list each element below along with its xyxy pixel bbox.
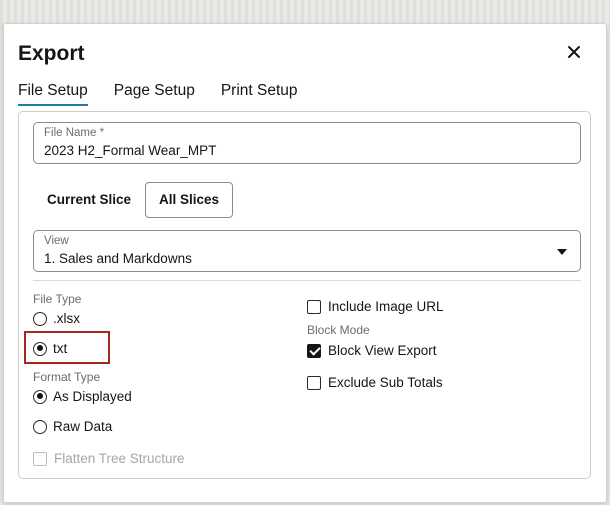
current-slice-button[interactable]: Current Slice [33,182,146,218]
radio-circle [33,341,47,356]
include-image-url-label: Include Image URL [328,299,444,314]
view-select[interactable]: View 1. Sales and Markdowns [33,230,581,272]
radio-as-displayed-label: As Displayed [53,389,132,404]
tab-page-setup[interactable]: Page Setup [114,82,195,106]
radio-as-displayed[interactable]: As Displayed [33,389,132,404]
checkbox-flatten-tree: Flatten Tree Structure [33,451,185,466]
radio-raw-data-label: Raw Data [53,419,113,434]
divider [33,280,581,281]
close-button[interactable] [564,42,584,62]
tab-file-setup[interactable]: File Setup [18,82,88,106]
radio-txt[interactable]: txt [33,341,67,356]
tab-print-setup[interactable]: Print Setup [221,82,298,106]
slice-toggle-group: Current Slice All Slices [33,182,234,218]
block-view-export-label: Block View Export [328,343,437,358]
checkbox-include-image-url[interactable]: Include Image URL [307,299,444,314]
radio-txt-label: txt [53,341,68,356]
exclude-sub-totals-label: Exclude Sub Totals [328,375,443,390]
view-value: 1. Sales and Markdowns [44,251,192,266]
radio-circle [33,311,47,326]
format-type-label: Format Type [33,370,101,384]
checkbox-exclude-sub-totals[interactable]: Exclude Sub Totals [307,375,443,390]
checkbox-box [307,299,321,314]
caret-down-icon [557,249,567,255]
checkbox-box [307,343,321,358]
all-slices-button[interactable]: All Slices [145,182,234,218]
checkbox-box [307,375,321,390]
close-icon [568,46,580,58]
export-dialog: Export File Setup Page Setup Print Setup… [3,23,607,503]
dialog-title: Export [18,42,85,65]
checkbox-block-view-export[interactable]: Block View Export [307,343,437,358]
block-mode-label: Block Mode [307,323,370,337]
file-name-value: 2023 H2_Formal Wear_MPT [44,143,217,158]
radio-circle [33,389,47,404]
radio-xlsx[interactable]: .xlsx [33,311,80,326]
radio-circle [33,419,47,434]
file-setup-panel: File Name * 2023 H2_Formal Wear_MPT Curr… [18,111,591,479]
file-type-label: File Type [33,292,82,306]
file-name-label: File Name * [44,127,105,139]
checkbox-box [33,451,47,466]
radio-xlsx-label: .xlsx [53,311,80,326]
radio-raw-data[interactable]: Raw Data [33,419,112,434]
tab-bar: File Setup Page Setup Print Setup [18,82,298,106]
flatten-tree-label: Flatten Tree Structure [54,451,185,466]
file-name-field[interactable]: File Name * 2023 H2_Formal Wear_MPT [33,122,581,164]
view-label: View [44,235,69,247]
